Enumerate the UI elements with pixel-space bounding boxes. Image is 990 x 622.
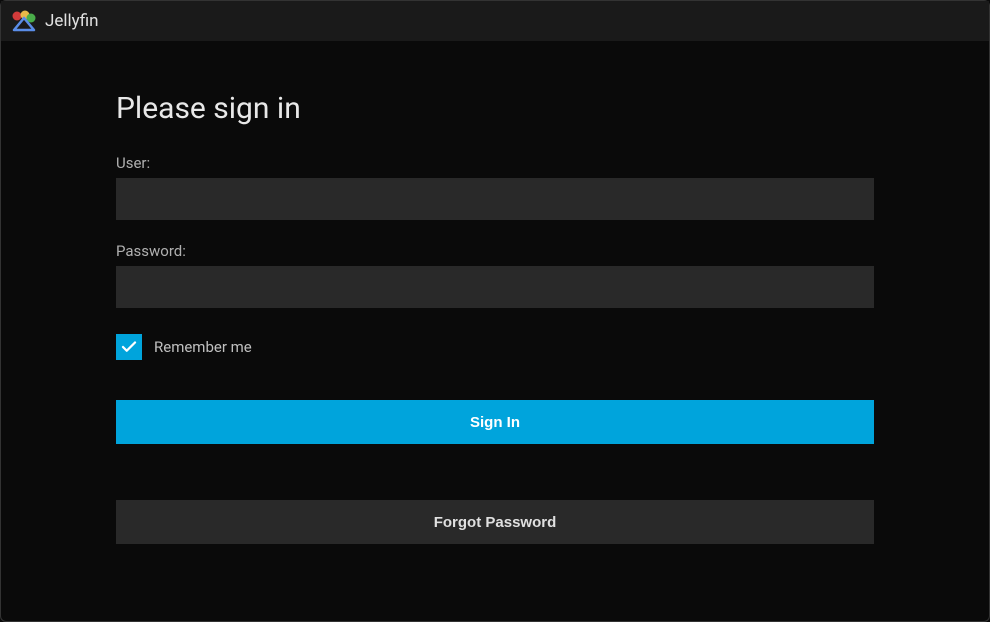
app-header: Jellyfin xyxy=(1,1,989,41)
user-input[interactable] xyxy=(116,178,874,220)
brand-logo: Jellyfin xyxy=(11,8,99,34)
sign-in-button[interactable]: Sign In xyxy=(116,400,874,444)
jellyfin-logo-icon xyxy=(11,8,37,34)
forgot-password-button[interactable]: Forgot Password xyxy=(116,500,874,544)
remember-me-row: Remember me xyxy=(116,334,874,360)
login-form: Please sign in User: Password: Remember … xyxy=(1,41,989,594)
password-input[interactable] xyxy=(116,266,874,308)
page-title: Please sign in xyxy=(116,91,874,126)
user-label: User: xyxy=(116,154,874,172)
brand-name: Jellyfin xyxy=(45,11,99,31)
check-icon xyxy=(120,338,138,356)
remember-me-checkbox[interactable] xyxy=(116,334,142,360)
password-label: Password: xyxy=(116,242,874,260)
password-field-group: Password: xyxy=(116,242,874,308)
remember-me-label: Remember me xyxy=(154,338,252,356)
user-field-group: User: xyxy=(116,154,874,220)
